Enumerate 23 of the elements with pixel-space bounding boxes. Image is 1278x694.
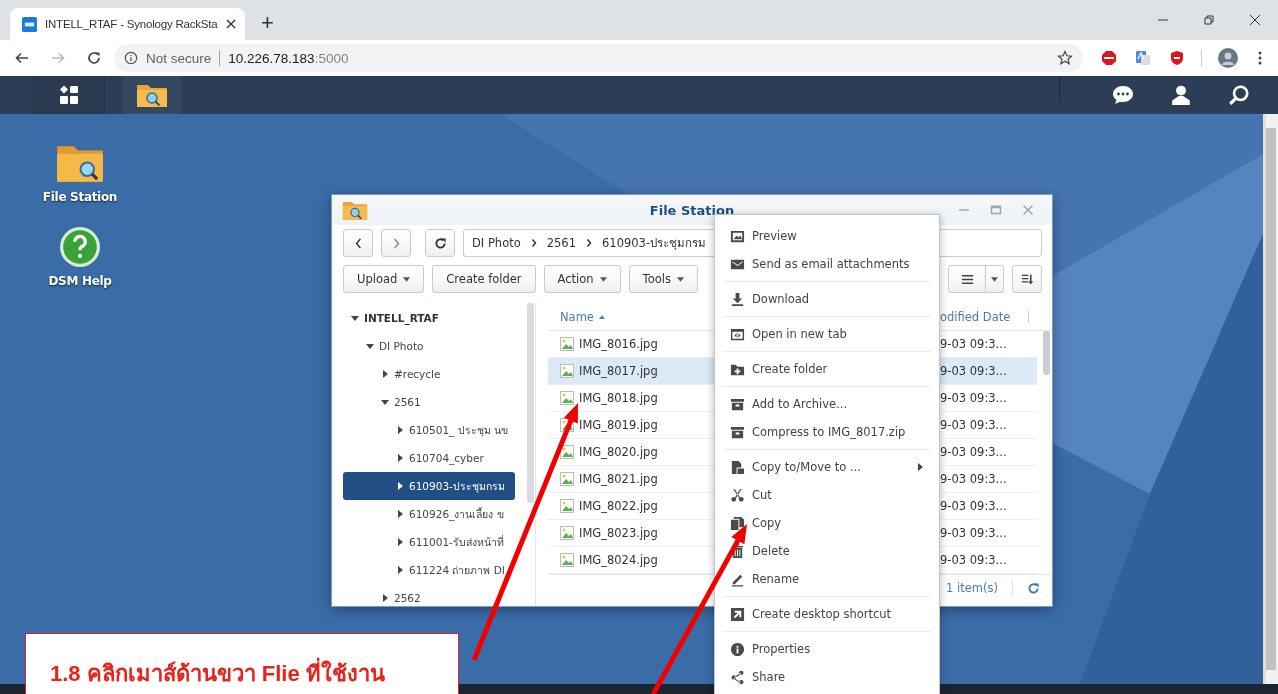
file-name: IMG_8021.jpg — [579, 472, 658, 486]
tab-title: INTELL_RTAF - Synology RackSta — [45, 18, 218, 30]
security-label: Not secure — [146, 50, 212, 66]
file-name: IMG_8017.jpg — [579, 364, 658, 378]
modified-date: 9-03 09:3... — [940, 418, 1008, 432]
modified-date: 9-03 09:3... — [940, 499, 1008, 513]
selection-count: 1 item(s) — [946, 581, 1013, 595]
modified-date: 9-03 09:3... — [940, 553, 1008, 567]
modified-date: 9-03 09:3... — [940, 445, 1008, 459]
modified-date: 9-03 09:3... — [940, 391, 1008, 405]
modified-date: 9-03 09:3... — [940, 472, 1008, 486]
file-name: IMG_8024.jpg — [579, 553, 658, 567]
file-name: IMG_8016.jpg — [579, 337, 658, 351]
url-text: 10.226.78.183:5000 — [228, 50, 349, 66]
modified-date: 9-03 09:3... — [940, 526, 1008, 540]
file-name: IMG_8022.jpg — [579, 499, 658, 513]
file-name: IMG_8019.jpg — [579, 418, 658, 432]
modified-date: 9-03 09:3... — [940, 337, 1008, 351]
file-name: IMG_8018.jpg — [579, 391, 658, 405]
file-name: IMG_8023.jpg — [579, 526, 658, 540]
modified-date: 9-03 09:3... — [940, 364, 1008, 378]
window-title: File Station — [648, 202, 736, 218]
file-name: IMG_8020.jpg — [579, 445, 658, 459]
